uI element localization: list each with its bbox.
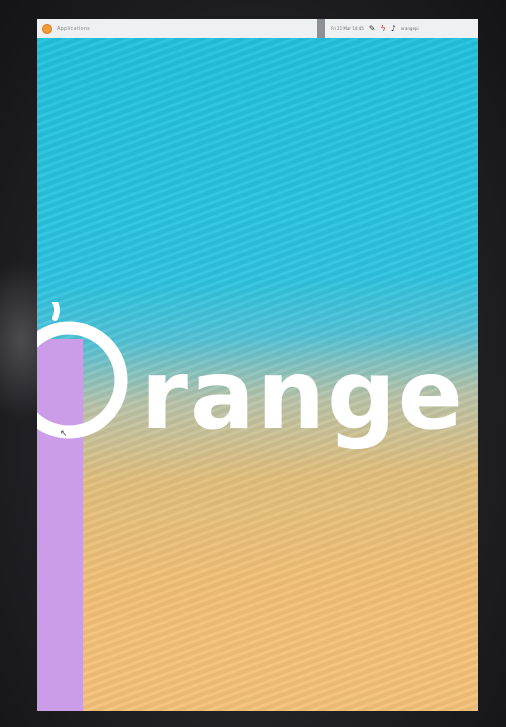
taskbar: Applications Fri 21 Mar 14:45 ✎ ϟ ♪ oran… xyxy=(37,19,478,38)
taskbar-separator xyxy=(317,19,325,38)
monitor-screen: Applications Fri 21 Mar 14:45 ✎ ϟ ♪ oran… xyxy=(37,19,478,711)
applications-menu-label: Applications xyxy=(57,25,90,32)
clock[interactable]: Fri 21 Mar 14:45 xyxy=(331,26,364,31)
mouse-pointer-icon: ↖ xyxy=(60,429,68,439)
pen-icon[interactable]: ✎ xyxy=(369,19,376,38)
logo-leaf-icon xyxy=(51,302,61,321)
user-menu[interactable]: orangepi xyxy=(401,26,419,31)
logo-text: Orange p xyxy=(57,339,478,451)
wallpaper-logo: Orange p xyxy=(37,302,478,451)
orange-logo-icon xyxy=(42,23,52,34)
applications-menu-button[interactable]: Applications xyxy=(37,19,317,38)
photo-frame: Applications Fri 21 Mar 14:45 ✎ ϟ ♪ oran… xyxy=(0,0,506,727)
network-icon[interactable]: ϟ xyxy=(380,19,385,38)
system-tray: Fri 21 Mar 14:45 ✎ ϟ ♪ orangepi xyxy=(325,19,419,38)
volume-icon[interactable]: ♪ xyxy=(391,19,396,38)
